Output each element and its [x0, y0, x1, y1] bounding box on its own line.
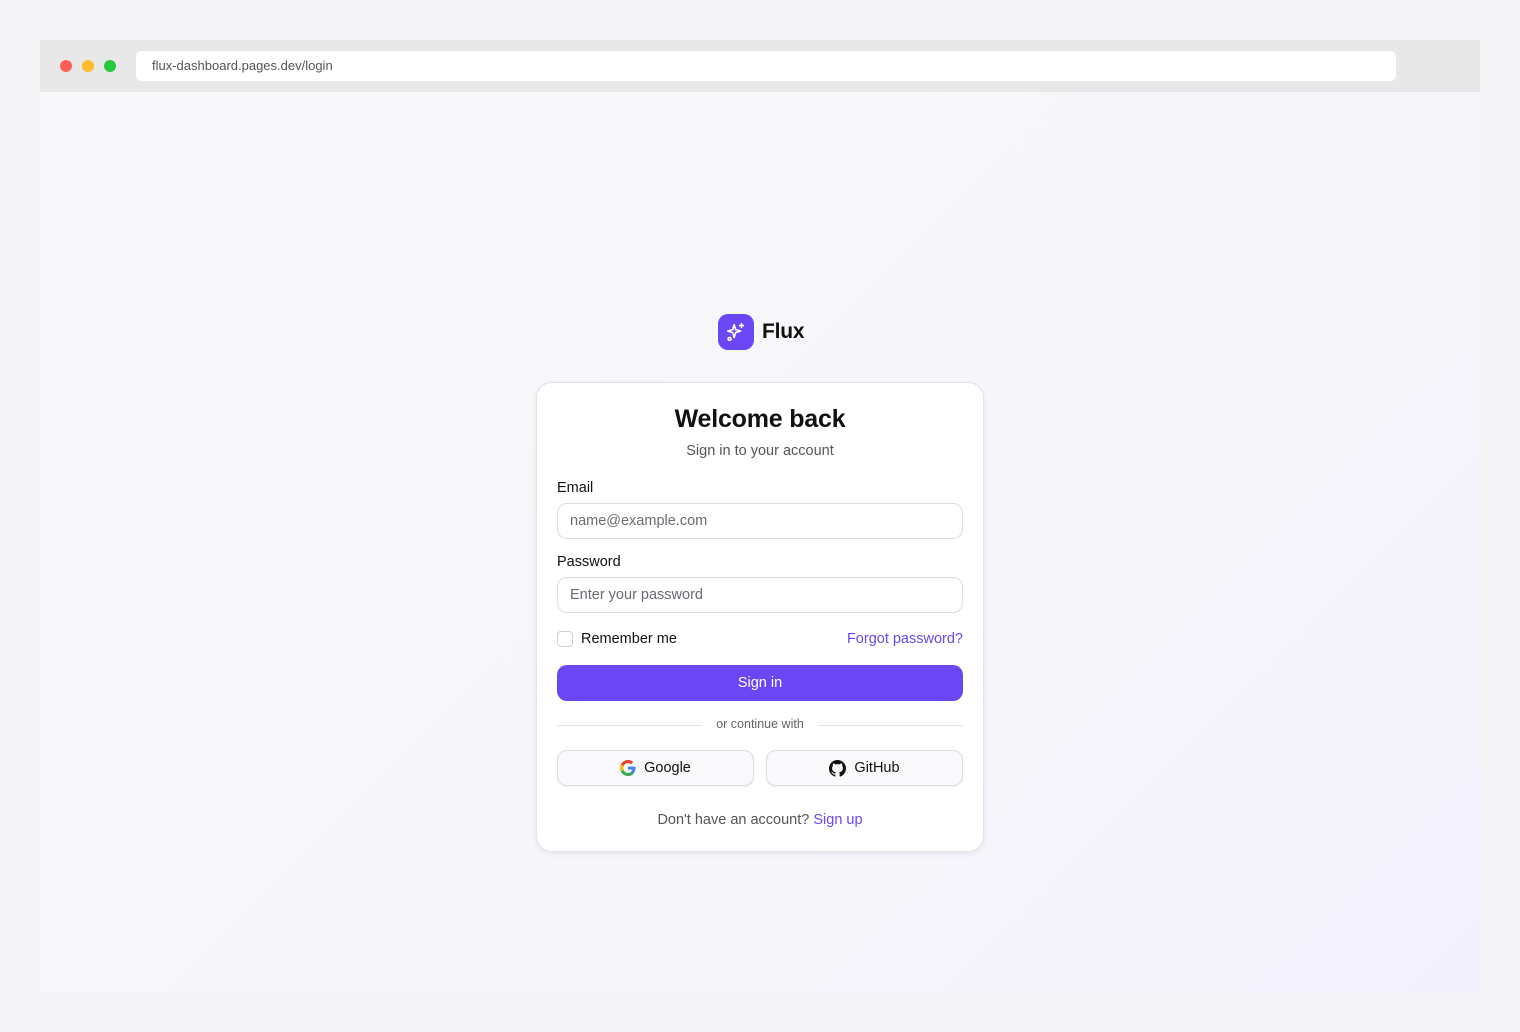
password-label: Password	[557, 554, 621, 570]
address-bar[interactable]: flux-dashboard.pages.dev/login	[136, 51, 1396, 81]
github-label: GitHub	[854, 760, 900, 776]
divider-text: or continue with	[716, 717, 804, 731]
remember-me-label[interactable]: Remember me	[581, 631, 677, 647]
sign-up-link[interactable]: Sign up	[813, 812, 862, 828]
signup-prompt: Don't have an account?	[657, 812, 810, 828]
forgot-password-link[interactable]: Forgot password?	[847, 631, 963, 647]
remember-me-checkbox[interactable]	[557, 631, 573, 647]
close-window-button[interactable]	[60, 60, 72, 72]
google-sign-in-button[interactable]: Google	[557, 750, 754, 786]
divider: or continue with	[557, 717, 963, 733]
divider-line-right	[818, 725, 963, 726]
browser-toolbar: flux-dashboard.pages.dev/login	[40, 40, 1480, 92]
browser-window: flux-dashboard.pages.dev/login Flux Welc…	[40, 40, 1480, 992]
remember-me-row[interactable]: Remember me	[557, 631, 677, 647]
brand-name: Flux	[762, 320, 805, 343]
email-label: Email	[557, 480, 594, 496]
sign-in-button[interactable]: Sign in	[557, 665, 963, 701]
email-input[interactable]	[557, 503, 963, 539]
brand-logo	[718, 314, 754, 350]
signup-row: Don't have an account? Sign up	[537, 812, 983, 828]
maximize-window-button[interactable]	[104, 60, 116, 72]
minimize-window-button[interactable]	[82, 60, 94, 72]
github-icon	[829, 759, 847, 777]
github-sign-in-button[interactable]: GitHub	[766, 750, 963, 786]
sparkles-icon	[726, 322, 745, 342]
login-card: Welcome back Sign in to your account Ema…	[536, 382, 984, 852]
google-label: Google	[644, 760, 691, 776]
brand-header: Flux	[718, 314, 805, 350]
google-icon	[620, 760, 636, 776]
password-input[interactable]	[557, 577, 963, 613]
page-title: Welcome back	[674, 405, 846, 433]
page-viewport: Flux Welcome back Sign in to your accoun…	[40, 92, 1480, 992]
page-subtitle: Sign in to your account	[686, 443, 834, 459]
